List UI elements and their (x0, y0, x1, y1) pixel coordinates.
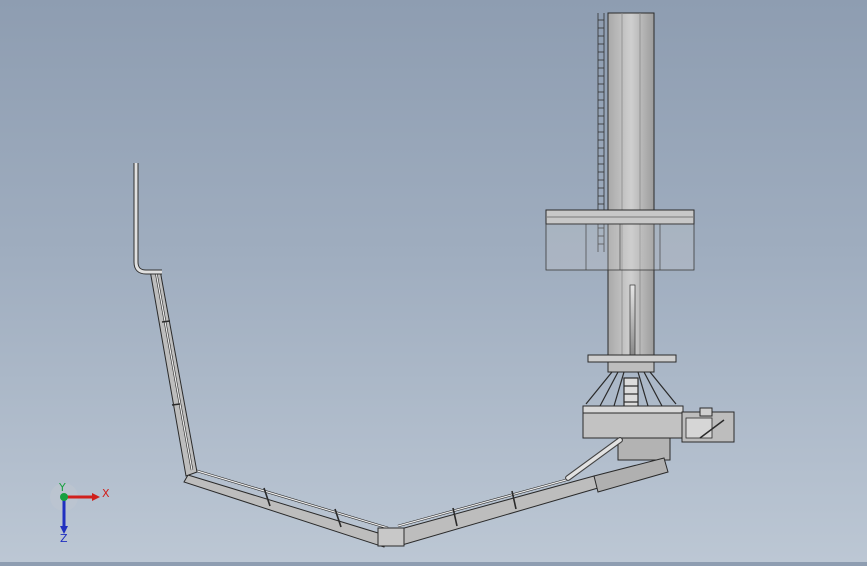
turret-base[interactable] (582, 405, 684, 461)
x-axis-label: X (102, 487, 110, 500)
y-axis-dot (60, 493, 68, 501)
coordinate-triad: X Y Z (50, 481, 110, 545)
graphics-viewport[interactable]: X Y Z (0, 0, 867, 562)
boom-section-left[interactable] (149, 269, 198, 477)
discharge-pipe[interactable] (133, 163, 162, 275)
z-axis-label: Z (60, 532, 68, 545)
y-axis-label: Y (58, 481, 66, 494)
upper-platform[interactable] (545, 209, 695, 271)
slewing-ring[interactable] (587, 354, 677, 373)
boom-section-middle[interactable] (183, 468, 405, 548)
vertical-rod (629, 284, 636, 356)
pipe-clamps (161, 320, 517, 528)
x-axis-head (92, 493, 100, 501)
support-struts (585, 371, 677, 409)
hopper-unit[interactable] (681, 407, 735, 443)
model-view[interactable]: X Y Z (0, 0, 867, 562)
boom-section-right[interactable] (396, 457, 669, 546)
